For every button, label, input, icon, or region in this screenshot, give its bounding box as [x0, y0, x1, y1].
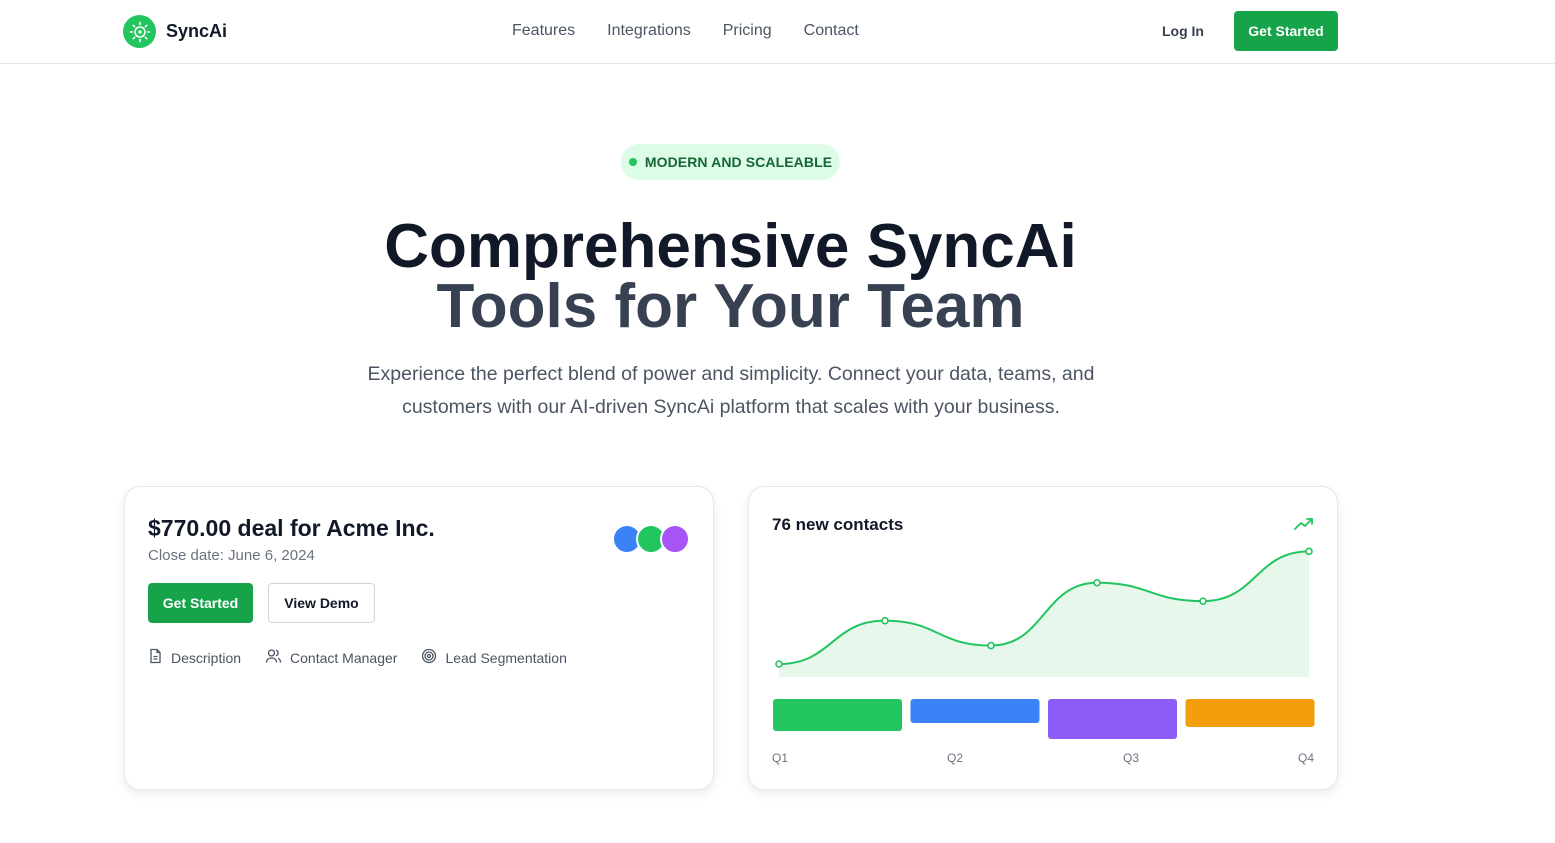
- data-point: [1093, 578, 1101, 587]
- document-icon: [148, 648, 163, 667]
- avatar-group: [612, 524, 692, 554]
- tick-label-q1: Q1: [772, 751, 789, 765]
- nav-features[interactable]: Features: [512, 22, 575, 40]
- hero-title-line2: Tools for Your Team: [436, 272, 1025, 341]
- view-demo-button[interactable]: View Demo: [268, 583, 375, 623]
- sun-gear-icon: [123, 15, 156, 48]
- avatar: [660, 524, 690, 554]
- feature-label: Lead Segmentation: [445, 649, 567, 666]
- hero-badge: MODERN AND SCALEABLE: [621, 144, 840, 180]
- feature-label: Contact Manager: [290, 649, 398, 666]
- hero-subtitle: Experience the perfect blend of power an…: [330, 358, 1132, 424]
- feature-list: Description Contact Manager Lead Segment…: [148, 648, 567, 667]
- get-started-button[interactable]: Get Started: [148, 583, 253, 623]
- data-point: [775, 660, 783, 668]
- contacts-card: 76 new contacts Q1 Q2 Q3 Q4: [748, 486, 1338, 790]
- data-point: [1199, 597, 1207, 605]
- nav-integrations[interactable]: Integrations: [607, 22, 691, 40]
- tick-label-q2: Q2: [947, 751, 964, 765]
- deal-card: $770.00 deal for Acme Inc. Close date: J…: [124, 486, 714, 790]
- data-point: [1305, 547, 1313, 556]
- feature-contact-manager[interactable]: Contact Manager: [265, 648, 397, 667]
- feature-label: Description: [171, 649, 242, 666]
- contacts-chart: [773, 547, 1315, 739]
- hero-badge-label: MODERN AND SCALEABLE: [644, 154, 833, 170]
- status-dot-icon: [628, 158, 637, 166]
- users-icon: [265, 648, 282, 667]
- nav-contact[interactable]: Contact: [804, 22, 859, 40]
- bar-q1: [773, 699, 902, 731]
- login-link[interactable]: Log In: [1162, 23, 1204, 39]
- header-get-started-button[interactable]: Get Started: [1234, 11, 1338, 51]
- deal-close-date: Close date: June 6, 2024: [148, 547, 315, 564]
- nav-pricing[interactable]: Pricing: [723, 22, 772, 40]
- bar-q2: [910, 699, 1040, 723]
- tick-label-q3: Q3: [1123, 751, 1140, 765]
- data-point: [987, 641, 995, 650]
- feature-lead-segmentation[interactable]: Lead Segmentation: [421, 648, 567, 667]
- hero-title-line1: Comprehensive SyncAi: [384, 212, 1077, 281]
- logo-link[interactable]: SyncAi: [123, 15, 227, 48]
- brand-name: SyncAi: [166, 21, 228, 41]
- hero-subtitle-line2: customers with our AI-driven SyncAi plat…: [402, 396, 1060, 418]
- bar-q3: [1048, 699, 1177, 739]
- hero-subtitle-line1: Experience the perfect blend of power an…: [367, 363, 1095, 385]
- deal-title: $770.00 deal for Acme Inc.: [148, 515, 435, 541]
- bar-q4: [1185, 699, 1315, 727]
- target-icon: [421, 648, 437, 667]
- feature-description[interactable]: Description: [148, 648, 241, 667]
- tick-label-q4: Q4: [1298, 751, 1315, 765]
- main-nav: Features Integrations Pricing Contact: [512, 22, 859, 40]
- site-header: SyncAi Features Integrations Pricing Con…: [0, 0, 1555, 64]
- data-point: [881, 616, 889, 625]
